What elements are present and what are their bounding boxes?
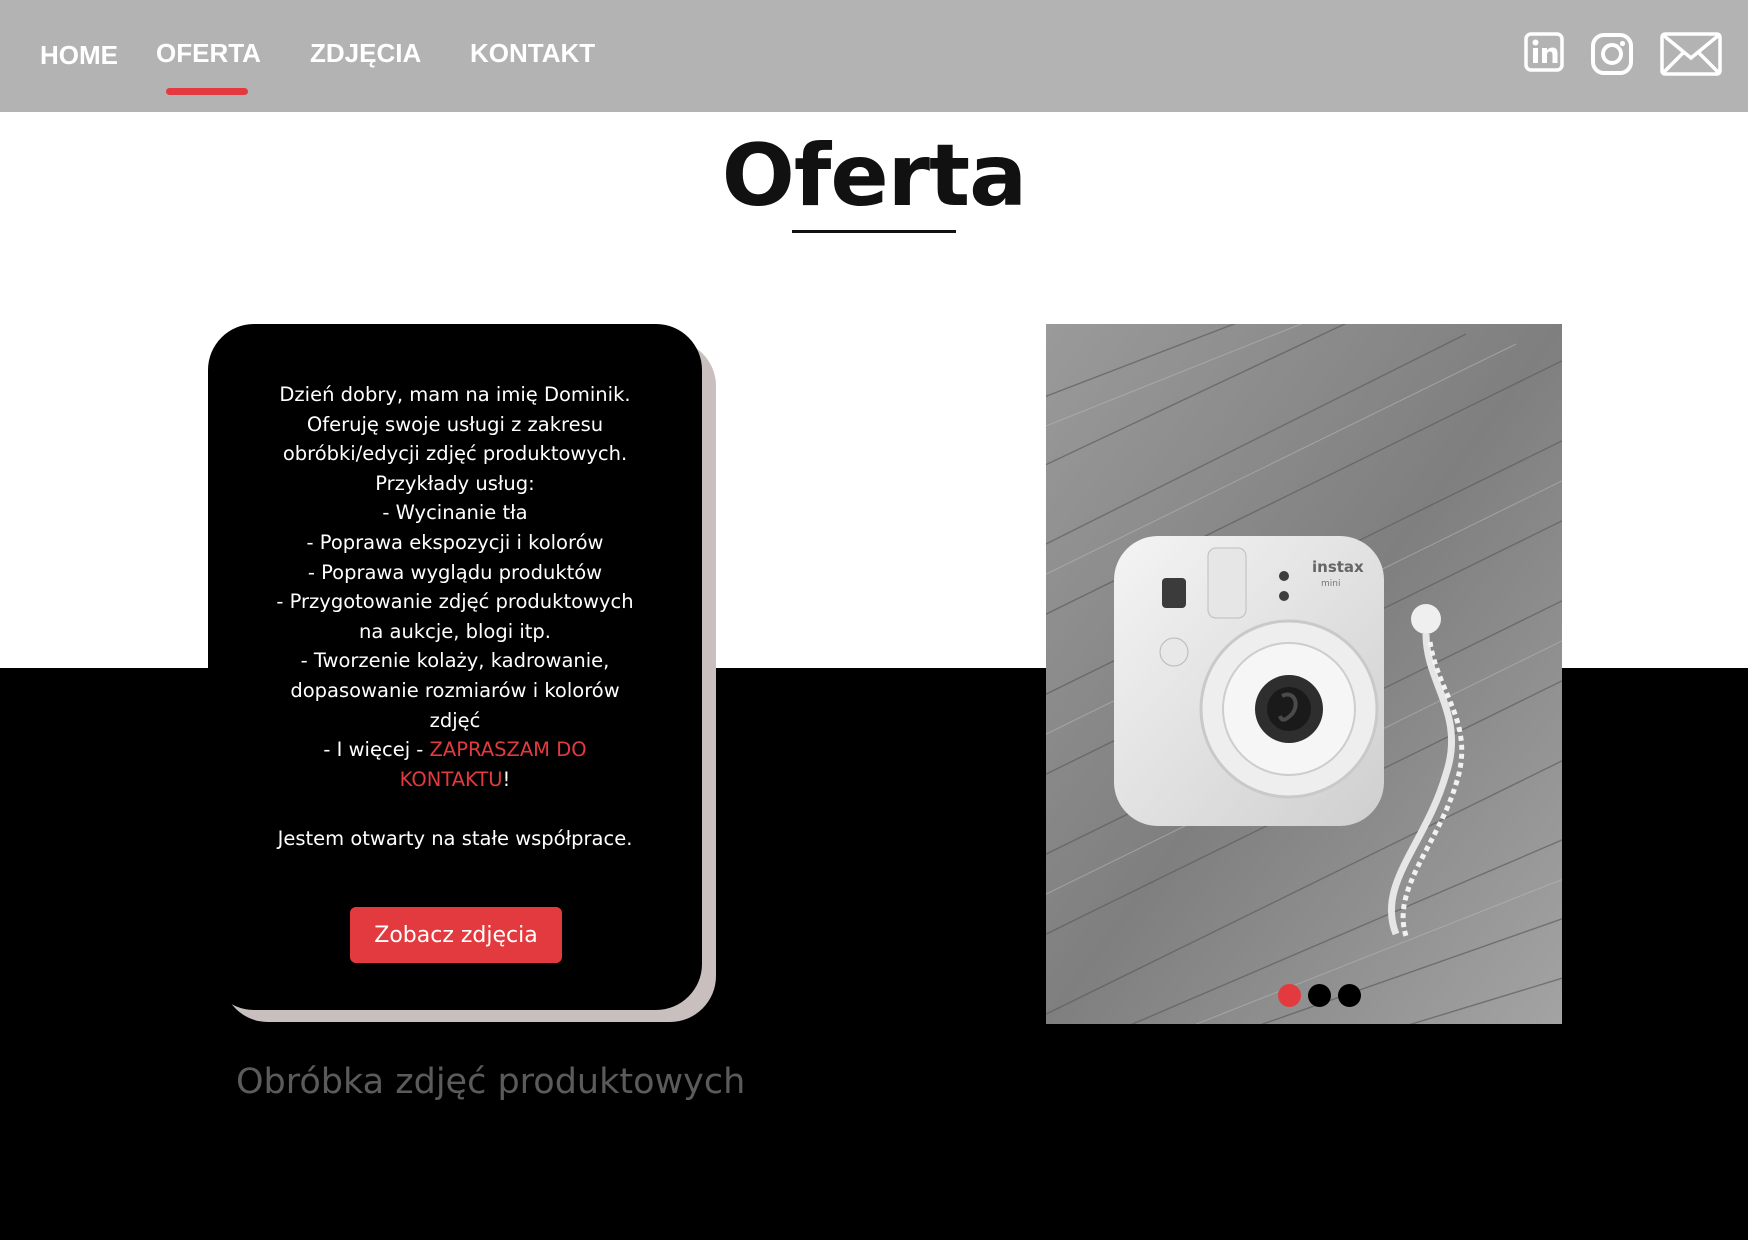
- svg-text:mini: mini: [1321, 579, 1340, 589]
- carousel-dot-1[interactable]: [1278, 984, 1301, 1007]
- more-line: - I więcej - ZAPRASZAM DO: [258, 735, 652, 765]
- contact-link-2[interactable]: KONTAKTU: [400, 768, 503, 791]
- offer-line: Oferuję swoje usługi z zakresu: [306, 412, 604, 436]
- more-prefix: - I więcej -: [323, 738, 430, 762]
- offer-line: obróbki/edycji zdjęć produktowych.: [282, 442, 628, 466]
- page-title: Oferta: [721, 126, 1027, 226]
- offer-line: - Tworzenie kolaży, kadrowanie,: [300, 649, 610, 673]
- offer-line: - Wycinanie tła: [382, 501, 528, 525]
- nav-item-kontakt[interactable]: KONTAKT: [470, 38, 595, 69]
- nav-item-oferta[interactable]: OFERTA: [156, 38, 261, 69]
- more-line-2: KONTAKTU!: [258, 765, 652, 795]
- active-nav-indicator: [166, 88, 248, 95]
- section-subtitle: Obróbka zdjęć produktowych: [236, 1062, 746, 1102]
- offer-line: Przykłady usług:: [375, 471, 535, 495]
- offer-line: - Poprawa ekspozycji i kolorów: [306, 530, 604, 554]
- title-underline: [792, 230, 956, 233]
- linkedin-icon[interactable]: [1524, 32, 1564, 72]
- nav-item-home[interactable]: HOME: [40, 40, 118, 71]
- exclamation: !: [502, 767, 511, 791]
- offer-line: na aukcje, blogi itp.: [358, 619, 551, 643]
- contact-link[interactable]: ZAPRASZAM DO: [430, 738, 587, 761]
- offer-line: Dzień dobry, mam na imię Dominik.: [279, 383, 631, 406]
- instagram-icon[interactable]: [1590, 32, 1634, 76]
- nav-item-zdjecia[interactable]: ZDJĘCIA: [310, 38, 421, 69]
- offer-description: Dzień dobry, mam na imię Dominik. Oferuj…: [258, 380, 652, 854]
- offer-line: - Przygotowanie zdjęć produktowych: [276, 590, 634, 614]
- closing-line: Jestem otwarty na stałe współprace.: [277, 826, 633, 850]
- top-nav-bar: HOME OFERTA ZDJĘCIA KONTAKT: [0, 0, 1748, 112]
- carousel-dots: [1278, 984, 1361, 1007]
- svg-text:instax: instax: [1312, 558, 1364, 576]
- carousel-dot-2[interactable]: [1308, 984, 1331, 1007]
- see-photos-button[interactable]: Zobacz zdjęcia: [350, 907, 562, 963]
- offer-line: - Poprawa wyglądu produktów: [307, 560, 603, 584]
- carousel-dot-3[interactable]: [1338, 984, 1361, 1007]
- offer-line: zdjęć: [429, 708, 481, 732]
- carousel-image: instax mini: [1046, 324, 1562, 1024]
- instax-camera-photo: instax mini: [1046, 324, 1562, 1024]
- mail-icon[interactable]: [1660, 32, 1722, 76]
- offer-line: dopasowanie rozmiarów i kolorów: [290, 678, 620, 702]
